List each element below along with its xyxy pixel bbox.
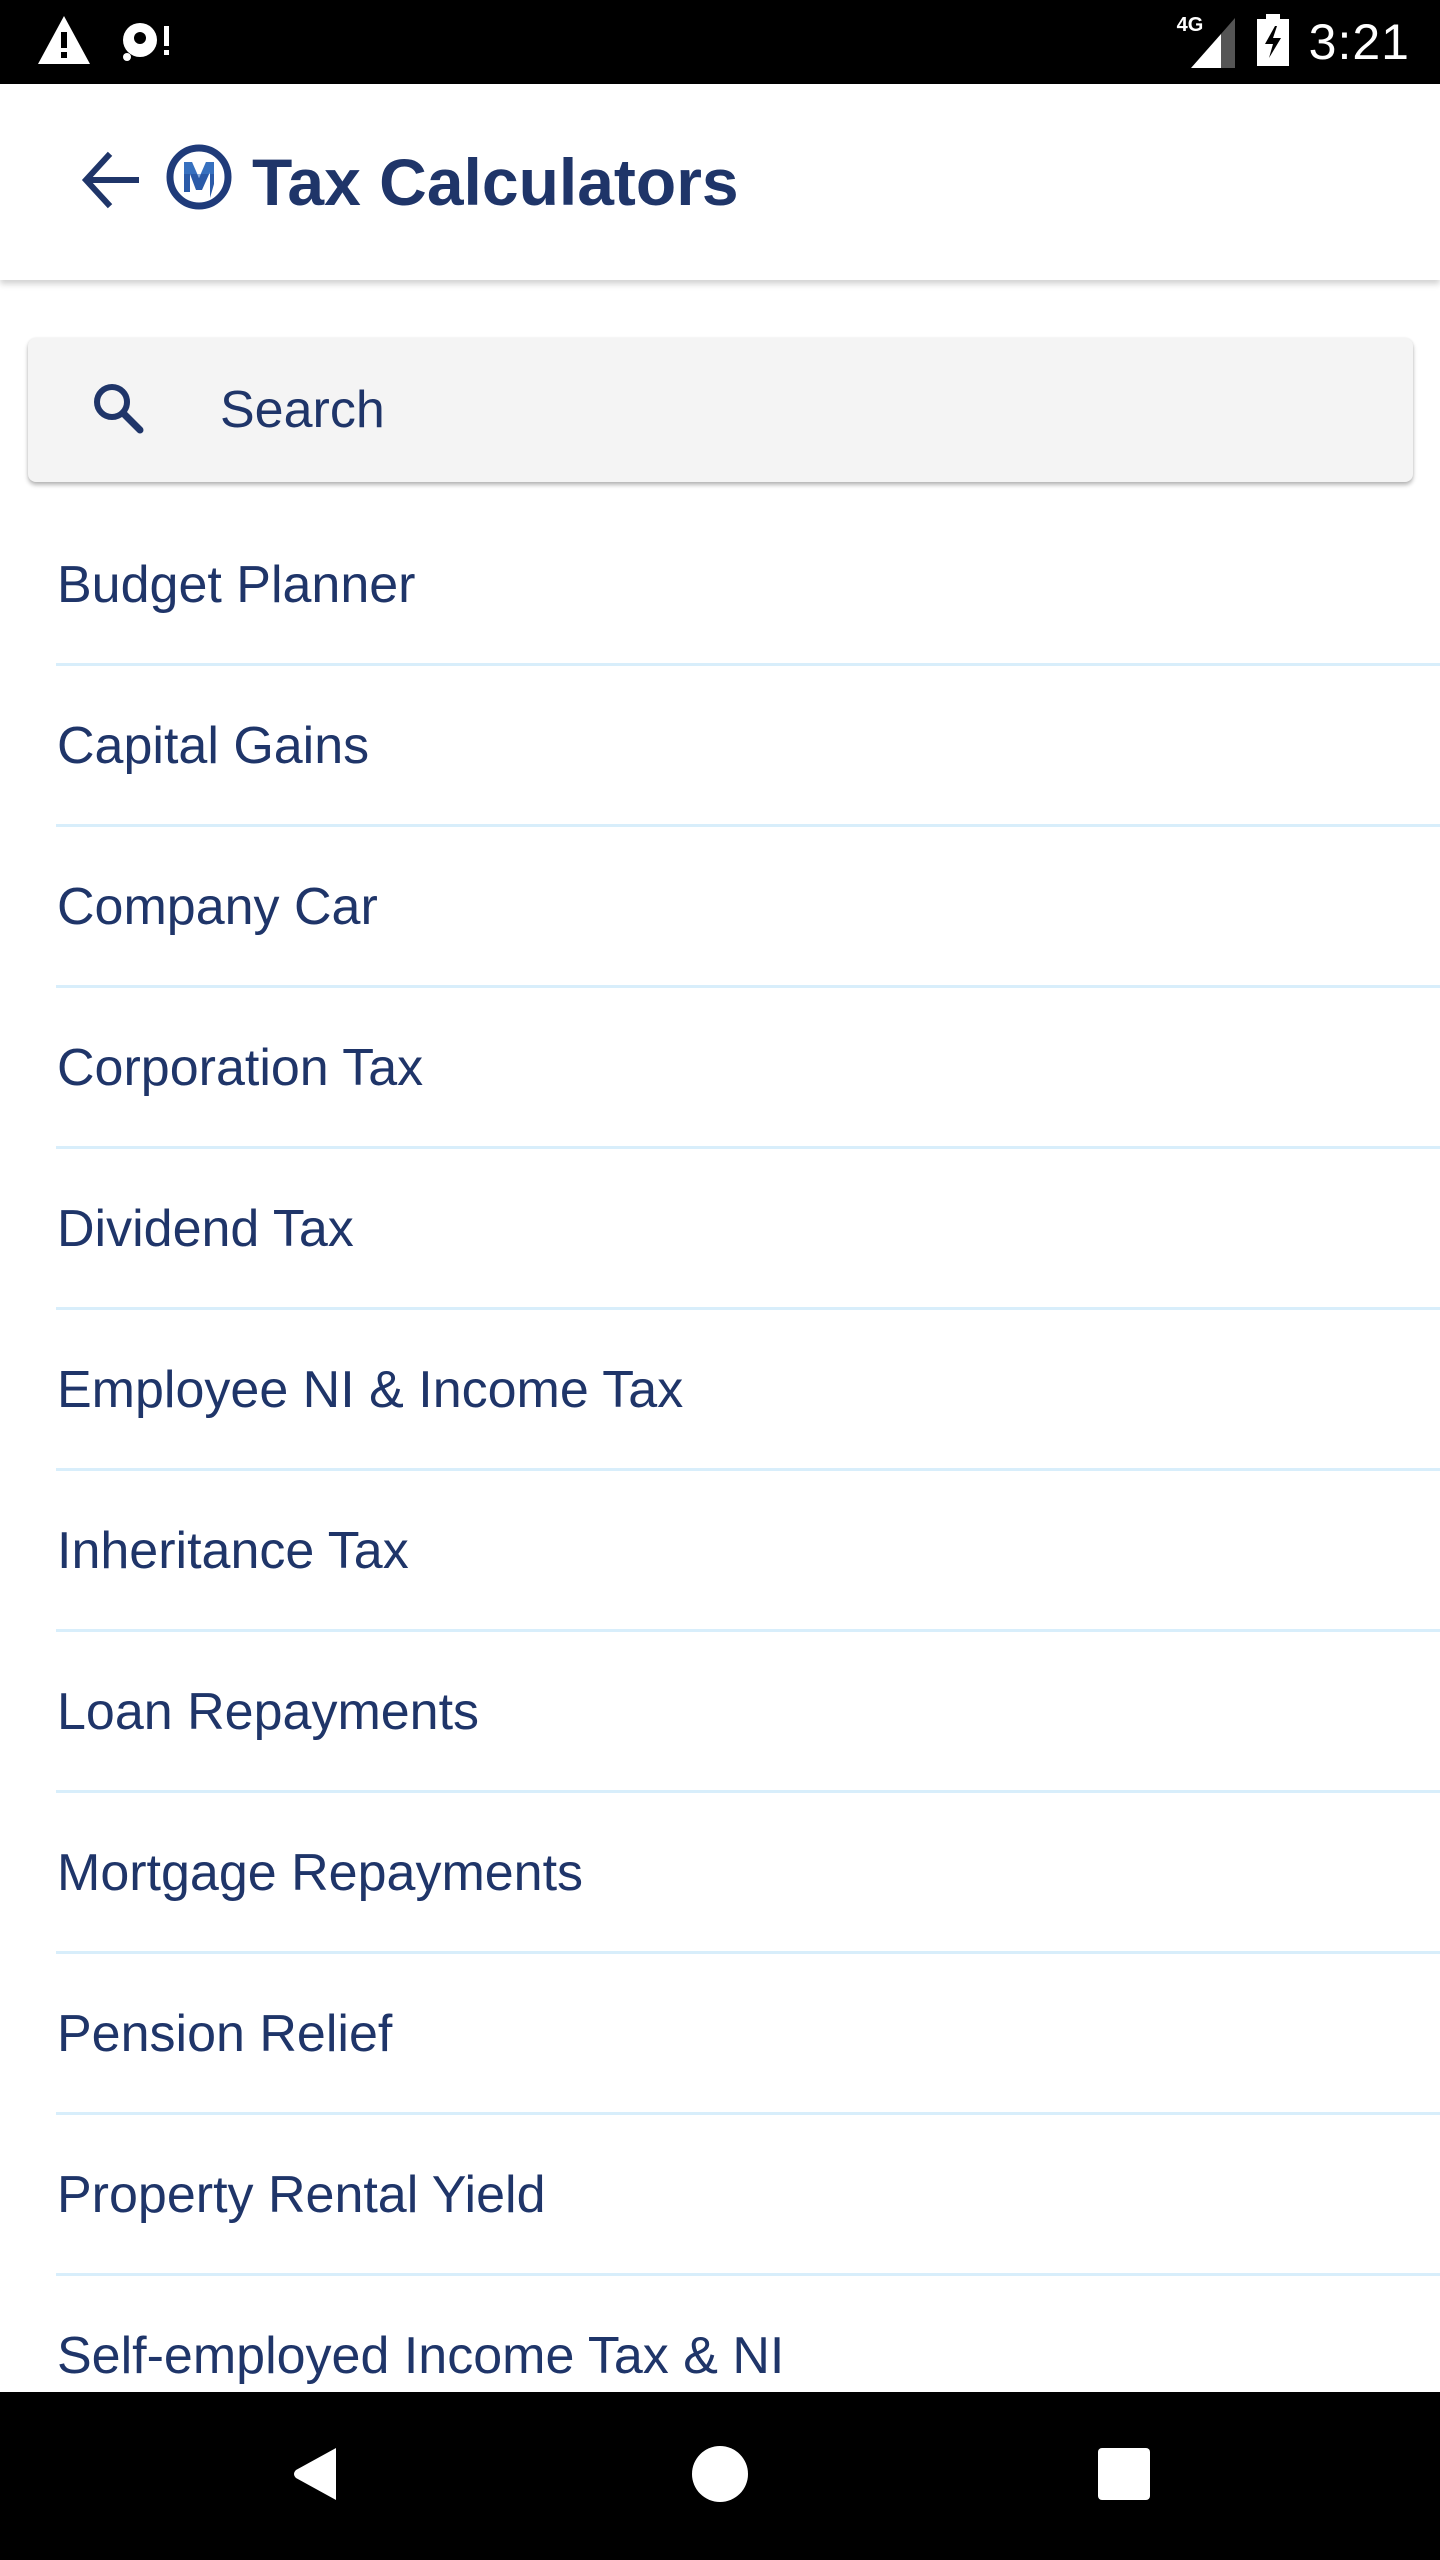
- search-bar[interactable]: [28, 338, 1413, 482]
- arrow-left-icon: [78, 148, 142, 217]
- system-nav-bar: [0, 2392, 1440, 2560]
- list-item-mortgage-repayments[interactable]: Mortgage Repayments: [0, 1793, 1440, 1954]
- list-item-capital-gains[interactable]: Capital Gains: [0, 666, 1440, 827]
- list-item-dividend-tax[interactable]: Dividend Tax: [0, 1149, 1440, 1310]
- list-item-label: Dividend Tax: [57, 1200, 354, 1258]
- list-item-corporation-tax[interactable]: Corporation Tax: [0, 988, 1440, 1149]
- list-item-label: Loan Repayments: [57, 1683, 480, 1741]
- warning-icon: [36, 14, 92, 71]
- calculator-list: Budget Planner Capital Gains Company Car…: [0, 505, 1440, 2437]
- nav-home-button[interactable]: [680, 2436, 760, 2516]
- page-title: Tax Calculators: [252, 145, 739, 219]
- list-item-label: Corporation Tax: [57, 1039, 424, 1097]
- signal-icon: 4G: [1177, 14, 1237, 70]
- search-input[interactable]: [220, 366, 1370, 454]
- list-item-company-car[interactable]: Company Car: [0, 827, 1440, 988]
- back-triangle-icon: [286, 2444, 346, 2509]
- list-item-budget-planner[interactable]: Budget Planner: [0, 505, 1440, 666]
- nav-back-button[interactable]: [276, 2436, 356, 2516]
- list-item-inheritance-tax[interactable]: Inheritance Tax: [0, 1471, 1440, 1632]
- list-item-property-rental-yield[interactable]: Property Rental Yield: [0, 2115, 1440, 2276]
- list-item-label: Employee NI & Income Tax: [57, 1361, 684, 1419]
- clock: 3:21: [1308, 14, 1410, 70]
- list-item-pension-relief[interactable]: Pension Relief: [0, 1954, 1440, 2115]
- list-item-label: Budget Planner: [57, 556, 416, 614]
- status-bar: 4G 3:21: [0, 0, 1440, 84]
- list-item-loan-repayments[interactable]: Loan Repayments: [0, 1632, 1440, 1793]
- list-item-label: Inheritance Tax: [57, 1522, 409, 1580]
- home-circle-icon: [690, 2444, 750, 2509]
- list-item-employee-ni-income-tax[interactable]: Employee NI & Income Tax: [0, 1310, 1440, 1471]
- brand-logo: [166, 144, 232, 210]
- list-item-label: Company Car: [57, 878, 378, 936]
- list-item-label: Capital Gains: [57, 717, 370, 775]
- battery-charging-icon: [1255, 12, 1291, 73]
- recents-square-icon: [1096, 2446, 1152, 2507]
- list-item-label: Property Rental Yield: [57, 2166, 546, 2224]
- nav-recents-button[interactable]: [1084, 2436, 1164, 2516]
- app-bar: Tax Calculators: [0, 84, 1440, 280]
- list-item-label: Mortgage Repayments: [57, 1844, 584, 1902]
- sync-alert-icon: [116, 14, 174, 71]
- search-icon: [88, 378, 152, 442]
- list-item-label: Pension Relief: [57, 2005, 393, 2063]
- back-button[interactable]: [70, 142, 150, 222]
